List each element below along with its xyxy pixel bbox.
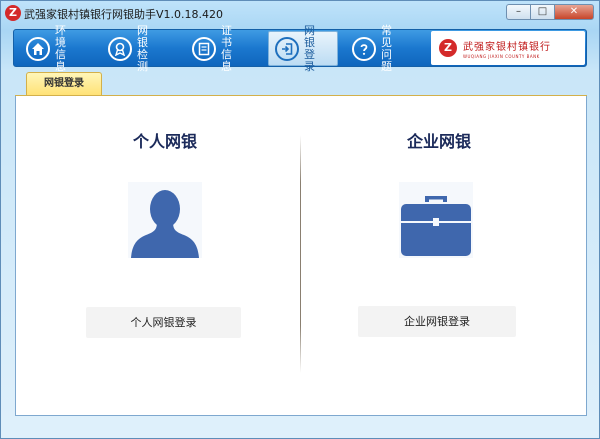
home-icon: [26, 36, 50, 61]
bank-logo-text: 武强家银村镇银行 WUQIANG JIAXIN COUNTY BANK: [463, 38, 551, 59]
login-icon: [275, 36, 299, 61]
bank-logo-icon: Z: [439, 39, 457, 57]
app-window: Z 武强家银村镇银行网银助手V1.0.18.420 – □ ✕ 环境信息 网银检…: [0, 0, 600, 439]
nav-item-detection[interactable]: 网银检测: [102, 24, 178, 72]
close-button[interactable]: ✕: [554, 4, 594, 20]
nav-label: 环境信息: [55, 23, 72, 73]
bank-logo: Z 武强家银村镇银行 WUQIANG JIAXIN COUNTY BANK: [431, 31, 585, 65]
personal-icon-frame[interactable]: [128, 182, 202, 258]
corporate-login-button[interactable]: 企业网银登录: [358, 306, 516, 337]
question-icon: [352, 36, 376, 61]
medal-icon: [108, 36, 132, 61]
corporate-banking-title: 企业网银: [406, 132, 471, 151]
personal-banking-title: 个人网银: [132, 132, 197, 151]
bank-name-cn: 武强家银村镇银行: [463, 41, 551, 53]
nav-item-certificate[interactable]: 证书信息: [186, 24, 262, 72]
person-icon: [131, 190, 199, 258]
nav-label: 证书信息: [221, 23, 238, 73]
corporate-icon-frame[interactable]: [399, 182, 473, 258]
app-logo-icon: Z: [5, 5, 21, 21]
certificate-icon: [192, 36, 216, 61]
title-bar[interactable]: Z 武强家银村镇银行网银助手V1.0.18.420 – □ ✕: [1, 1, 599, 25]
maximize-button[interactable]: □: [530, 4, 554, 20]
tab-online-login[interactable]: 网银登录: [26, 72, 102, 96]
window-title: 武强家银村镇银行网银助手V1.0.18.420: [24, 8, 224, 21]
minimize-button[interactable]: –: [506, 4, 530, 20]
window-controls: – □ ✕: [506, 4, 594, 20]
nav-item-faq[interactable]: 常见问题: [346, 24, 422, 72]
nav-item-online-login[interactable]: 网银登录: [268, 24, 338, 72]
bank-name-en: WUQIANG JIAXIN COUNTY BANK: [463, 53, 540, 59]
content-panel: [15, 96, 587, 416]
nav-label: 网银检测: [137, 23, 154, 73]
section-divider: [300, 135, 301, 373]
personal-login-button[interactable]: 个人网银登录: [86, 307, 241, 338]
nav-item-environment[interactable]: 环境信息: [20, 24, 94, 72]
briefcase-icon: [401, 196, 471, 256]
nav-label: 网银登录: [304, 23, 321, 73]
nav-label: 常见问题: [381, 23, 398, 73]
